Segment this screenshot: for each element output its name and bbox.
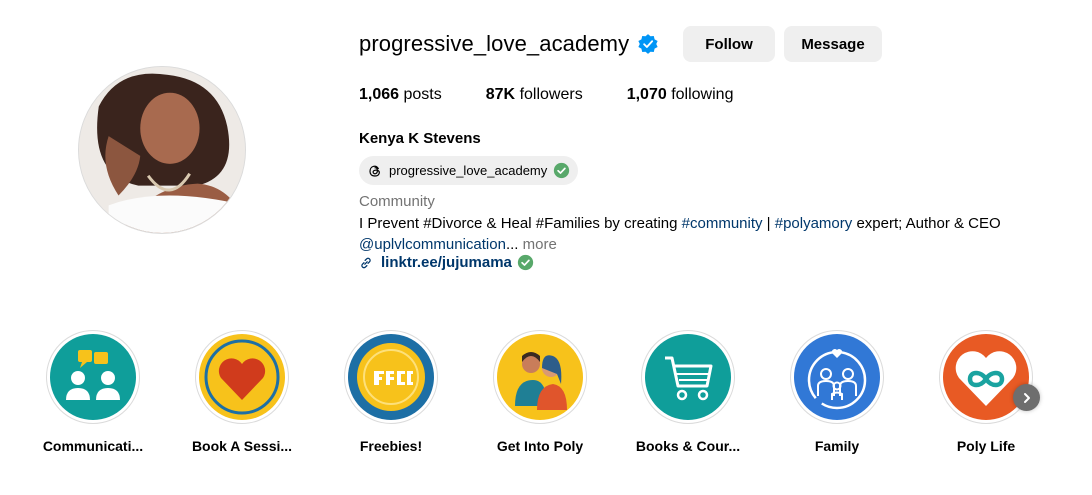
following-label: following	[671, 86, 734, 103]
posts-label: posts	[403, 86, 442, 103]
threads-handle: progressive_love_academy	[389, 163, 548, 178]
highlight-cover	[344, 330, 438, 424]
verified-check-icon	[517, 254, 534, 271]
family-icon	[794, 334, 880, 420]
external-link[interactable]: linktr.ee/jujumama	[381, 254, 512, 271]
highlight-cover	[46, 330, 140, 424]
highlight-book-a-session[interactable]: Book A Sessi...	[187, 330, 297, 454]
verified-badge-icon	[638, 34, 658, 54]
followers-stat[interactable]: 87K followers	[486, 86, 583, 104]
message-button[interactable]: Message	[784, 26, 882, 62]
hashtag-community-link[interactable]: #community	[682, 215, 763, 232]
link-icon	[361, 257, 371, 268]
highlight-label: Books & Cour...	[635, 438, 741, 454]
bio-text-2: |	[762, 215, 775, 232]
bio: I Prevent #Divorce & Heal #Families by c…	[359, 213, 1079, 255]
highlights-next-button[interactable]	[1013, 384, 1040, 411]
highlight-get-into-poly[interactable]: Get Into Poly	[485, 330, 595, 454]
full-name: Kenya K Stevens	[359, 130, 481, 147]
highlight-communication[interactable]: Communicati...	[38, 330, 148, 454]
free-badge-icon	[348, 334, 434, 420]
couple-icon	[497, 334, 583, 420]
followers-count: 87K	[485, 86, 516, 103]
bio-ellipsis: ...	[505, 236, 519, 253]
highlight-cover	[641, 330, 735, 424]
shopping-cart-icon	[645, 334, 731, 420]
highlight-label: Get Into Poly	[496, 438, 584, 454]
profile-category: Community	[359, 193, 435, 210]
bio-text-3: expert; Author & CEO	[852, 215, 1001, 232]
highlight-cover	[939, 330, 1033, 424]
heart-icon	[199, 334, 285, 420]
more-button[interactable]: more	[518, 236, 557, 253]
communication-icon	[50, 334, 136, 420]
profile-photo	[79, 67, 245, 233]
posts-stat: 1,066 posts	[359, 86, 442, 104]
highlight-family[interactable]: Family	[782, 330, 892, 454]
highlight-label: Communicati...	[42, 438, 144, 454]
highlight-cover	[195, 330, 289, 424]
followers-label: followers	[519, 86, 583, 103]
username: progressive_love_academy	[359, 31, 630, 56]
highlight-label: Family	[814, 438, 860, 454]
chevron-right-icon	[1023, 392, 1030, 403]
profile-avatar[interactable]	[78, 66, 246, 234]
highlight-label: Poly Life	[956, 438, 1016, 454]
verified-check-icon	[554, 162, 570, 179]
highlight-freebies[interactable]: Freebies!	[336, 330, 446, 454]
threads-icon	[369, 165, 380, 177]
posts-count: 1,066	[359, 86, 400, 103]
highlight-books-courses[interactable]: Books & Cour...	[633, 330, 743, 454]
following-stat[interactable]: 1,070 following	[627, 86, 734, 104]
highlight-label: Book A Sessi...	[191, 438, 293, 454]
highlight-cover	[493, 330, 587, 424]
follow-button[interactable]: Follow	[683, 26, 775, 62]
mention-link[interactable]: @uplvlcommunication	[359, 236, 506, 253]
username-row: progressive_love_academy	[359, 26, 659, 62]
external-link-row[interactable]: linktr.ee/jujumama	[359, 254, 534, 271]
threads-badge[interactable]: progressive_love_academy	[359, 156, 579, 185]
bio-text-1: I Prevent #Divorce & Heal #Families by c…	[359, 215, 682, 232]
profile-stats: 1,066 posts 87K followers 1,070 followin…	[359, 86, 777, 104]
highlight-cover	[790, 330, 884, 424]
highlight-label: Freebies!	[359, 438, 423, 454]
hashtag-polyamory-link[interactable]: #polyamory	[775, 215, 853, 232]
following-count: 1,070	[626, 86, 667, 103]
